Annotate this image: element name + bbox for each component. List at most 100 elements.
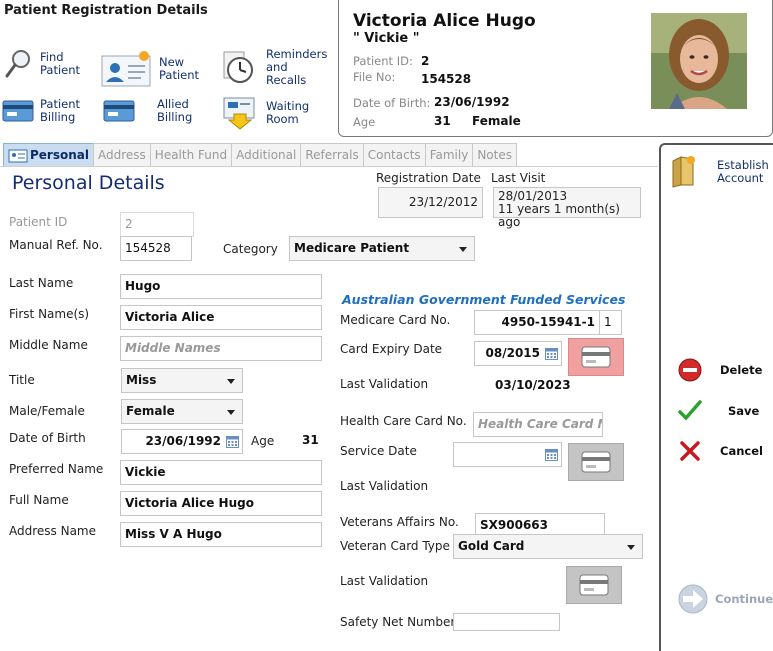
delete-label: Delete [720, 363, 763, 377]
calendar-icon[interactable] [226, 435, 239, 448]
tab-bar: Personal Address Health Fund Additional … [3, 143, 517, 167]
section-title: Personal Details [12, 172, 165, 194]
veteran-card-type-label: Veteran Card Type [340, 539, 450, 553]
medicare-card-icon [581, 346, 611, 368]
service-date-input[interactable] [453, 442, 562, 467]
title-value: Miss [126, 373, 157, 387]
delete-icon [678, 358, 702, 382]
tab-referrals[interactable]: Referrals [300, 143, 364, 167]
medicare-label: Medicare Card No. [340, 313, 451, 327]
magnifier-icon [5, 50, 30, 78]
preferred-name-label: Preferred Name [9, 462, 104, 476]
address-name-input[interactable]: Miss V A Hugo [120, 522, 322, 547]
page-title: Patient Registration Details [4, 3, 208, 18]
medicare-irn-input[interactable]: 1 [599, 310, 622, 335]
dob-input-value: 23/06/1992 [145, 434, 221, 448]
allied-card-icon [103, 100, 135, 122]
patient-id-value: 2 [421, 54, 430, 68]
medicare-no-input[interactable]: 4950-15941-1 [474, 310, 600, 335]
patient-id-field-label: Patient ID [9, 215, 68, 229]
tab-health-fund[interactable]: Health Fund [149, 143, 233, 167]
save-button[interactable]: Save [678, 399, 759, 423]
continue-label: Continue [715, 592, 773, 606]
health-care-card-input[interactable]: Health Care Card No [473, 412, 603, 437]
reminders-recalls-button[interactable]: Reminders and Recalls [222, 48, 327, 87]
find-patient-button[interactable]: Find Patient [4, 48, 80, 80]
patient-billing-button[interactable]: Patient Billing [2, 98, 80, 124]
expiry-input[interactable]: 08/2015 [474, 341, 562, 366]
waiting-room-button[interactable]: Waiting Room [222, 96, 309, 130]
dva-verify-button[interactable] [566, 566, 622, 604]
health-care-verify-button[interactable] [568, 443, 624, 481]
tab-contacts[interactable]: Contacts [362, 143, 426, 167]
full-name-input[interactable]: Victoria Alice Hugo [120, 491, 322, 516]
establish-account-label: Establish Account [717, 158, 769, 185]
clock-icon [223, 51, 253, 83]
tab-family[interactable]: Family [424, 143, 474, 167]
sex-select[interactable]: Female [121, 399, 243, 424]
hc-last-validation-label: Last Validation [340, 479, 429, 493]
dva-card-icon [579, 574, 609, 596]
new-patient-button[interactable]: New Patient [101, 50, 199, 88]
medicare-last-validation-value: 03/10/2023 [495, 378, 571, 392]
patient-photo [651, 13, 747, 109]
cancel-button[interactable]: Cancel [678, 439, 763, 463]
address-name-label: Address Name [9, 524, 97, 538]
service-date-calendar-icon[interactable] [545, 448, 558, 461]
category-select[interactable]: Medicare Patient [289, 236, 475, 261]
health-care-card-label: Health Care Card No. [340, 414, 467, 428]
last-name-label: Last Name [9, 276, 74, 290]
preferred-name-input[interactable]: Vickie [120, 460, 322, 485]
waiting-room-icon [223, 97, 255, 130]
veteran-card-type-dropdown-icon [627, 545, 635, 550]
middle-name-input[interactable]: Middle Names [120, 336, 322, 361]
tab-notes[interactable]: Notes [472, 143, 517, 167]
tab-personal[interactable]: Personal [3, 143, 94, 167]
folder-icon [672, 156, 695, 188]
patient-photo-image [651, 13, 747, 109]
age-field-label: Age [251, 434, 275, 448]
action-panel: Establish Account Delete Save Cancel Con… [659, 143, 773, 651]
age-field-value: 31 [302, 433, 319, 447]
patient-id-label: Patient ID: [353, 54, 413, 68]
medicare-verify-button[interactable] [568, 338, 624, 376]
tab-address[interactable]: Address [93, 143, 151, 167]
dva-last-validation-label: Last Validation [340, 574, 429, 588]
safety-net-input[interactable] [453, 613, 560, 631]
delete-button[interactable]: Delete [678, 358, 762, 382]
category-value: Medicare Patient [294, 241, 410, 255]
dob-input[interactable]: 23/06/1992 [121, 429, 243, 454]
new-patient-icon [101, 51, 151, 87]
expiry-calendar-icon[interactable] [545, 347, 558, 360]
veteran-card-type-value: Gold Card [458, 539, 525, 553]
establish-account-button[interactable]: Establish Account [671, 155, 769, 189]
allied-billing-button[interactable]: Allied Billing [103, 98, 192, 124]
tab-personal-label: Personal [30, 148, 89, 162]
sex-label: Male/Female [9, 404, 85, 418]
reminders-recalls-label: Reminders and Recalls [266, 47, 328, 87]
veteran-card-type-select[interactable]: Gold Card [453, 534, 643, 559]
last-visit-label: Last Visit [491, 171, 546, 185]
first-name-input[interactable]: Victoria Alice [120, 305, 322, 330]
category-label: Category [223, 242, 278, 256]
patient-nickname: " Vickie " [353, 31, 420, 46]
title-select[interactable]: Miss [121, 368, 243, 393]
personal-card-icon [8, 149, 28, 162]
file-no-value: 154528 [421, 72, 472, 86]
billing-card-icon [2, 100, 34, 122]
tab-divider [0, 166, 658, 167]
gov-services-title: Australian Government Funded Services [342, 292, 626, 307]
registration-date-value: 23/12/2012 [378, 187, 483, 218]
continue-button[interactable]: Continue [677, 583, 773, 615]
patient-summary-card: Victoria Alice Hugo " Vickie " Patient I… [338, 0, 773, 137]
tab-additional[interactable]: Additional [231, 143, 302, 167]
middle-name-label: Middle Name [9, 338, 88, 352]
registration-date-label: Registration Date [376, 171, 481, 185]
manual-ref-input[interactable]: 154528 [120, 236, 192, 261]
last-name-input[interactable]: Hugo [120, 274, 322, 299]
health-care-card-icon [581, 451, 611, 473]
checkmark-icon [678, 400, 702, 421]
patient-billing-label: Patient Billing [40, 97, 81, 124]
file-no-label: File No: [353, 70, 396, 84]
cancel-icon [680, 441, 700, 461]
